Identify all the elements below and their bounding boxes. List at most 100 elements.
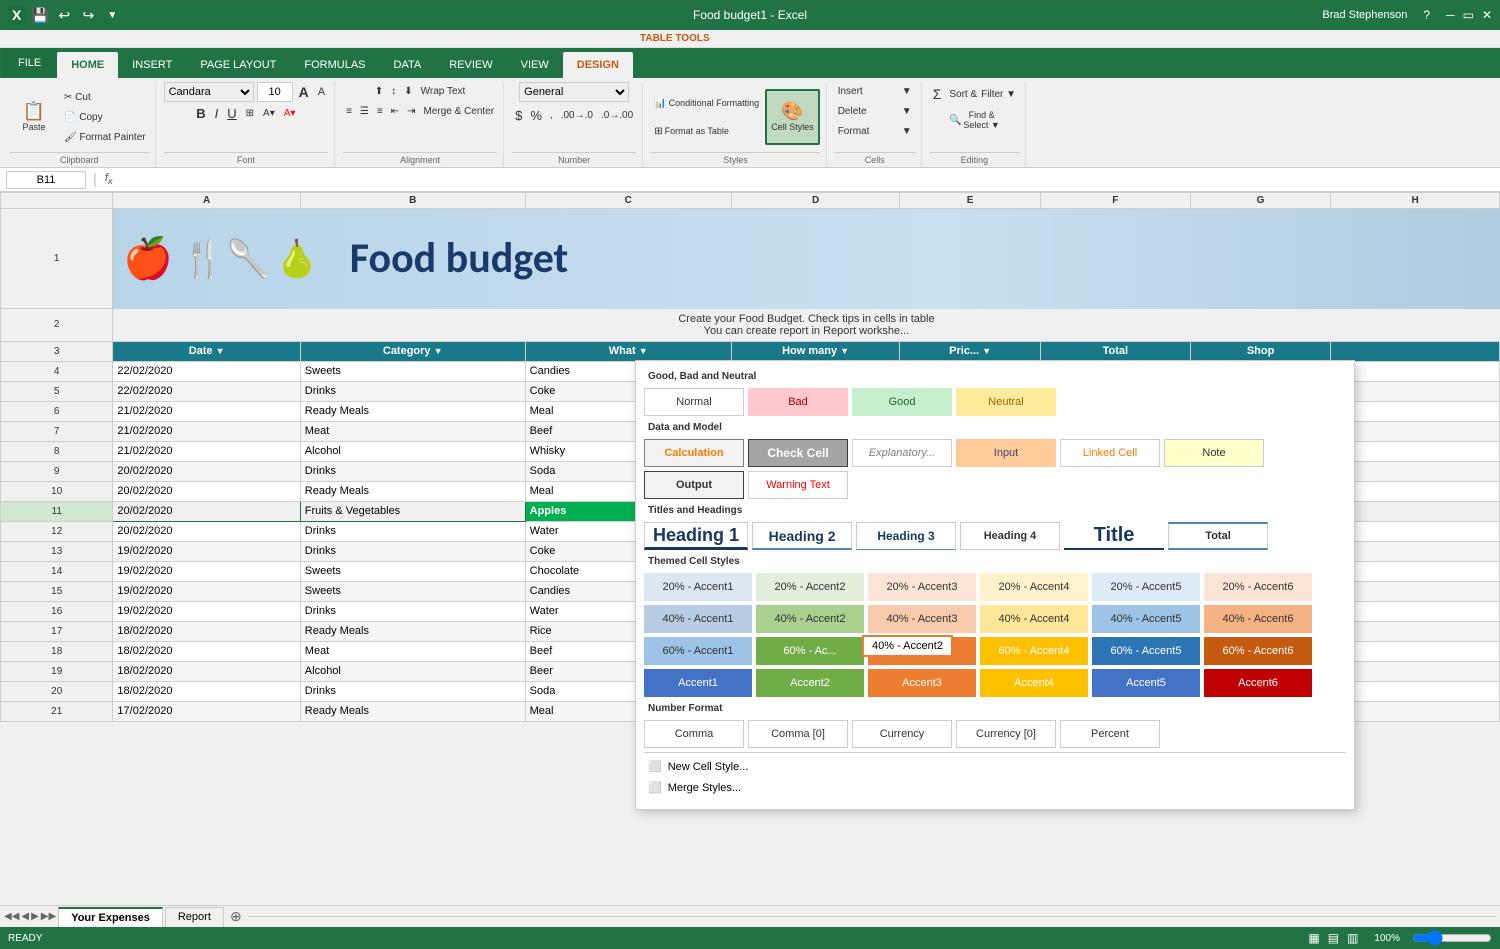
- style-normal[interactable]: Normal: [644, 388, 744, 416]
- cell-styles-button[interactable]: 🎨 Cell Styles: [765, 89, 820, 145]
- style-comma[interactable]: Comma: [644, 720, 744, 748]
- style-40-accent6[interactable]: 40% - Accent6: [1204, 605, 1312, 633]
- increase-decimal-button[interactable]: .0→.00: [598, 106, 636, 124]
- tab-review[interactable]: REVIEW: [435, 52, 506, 78]
- tab-home[interactable]: HOME: [57, 52, 118, 78]
- col-header-b[interactable]: B: [300, 193, 525, 209]
- format-button[interactable]: Format▼: [835, 122, 915, 140]
- style-20-accent3[interactable]: 20% - Accent3: [868, 573, 976, 601]
- border-button[interactable]: ⊞: [243, 104, 257, 122]
- style-currency[interactable]: Currency: [852, 720, 952, 748]
- style-check-cell[interactable]: Check Cell: [748, 439, 848, 467]
- col-header-a[interactable]: A: [113, 193, 300, 209]
- cut-button[interactable]: ✂ Cut: [61, 88, 149, 106]
- help-button[interactable]: ?: [1423, 8, 1430, 22]
- style-warning[interactable]: Warning Text: [748, 471, 848, 499]
- style-percent[interactable]: Percent: [1060, 720, 1160, 748]
- format-as-table-button[interactable]: ⊞ Format as Table: [651, 118, 762, 144]
- style-20-accent5[interactable]: 20% - Accent5: [1092, 573, 1200, 601]
- style-heading3[interactable]: Heading 3: [856, 522, 956, 550]
- style-60-accent4[interactable]: 60% - Accent4: [980, 637, 1088, 665]
- minimize-button[interactable]: ─: [1446, 8, 1455, 22]
- number-format-select[interactable]: General: [519, 82, 629, 102]
- align-left-button[interactable]: ≡: [343, 102, 355, 120]
- align-bottom-button[interactable]: ⬇: [401, 82, 415, 100]
- style-60-accent1[interactable]: 60% - Accent1: [644, 637, 752, 665]
- page-break-view-button[interactable]: ▥: [1347, 931, 1358, 945]
- style-comma0[interactable]: Comma [0]: [748, 720, 848, 748]
- page-layout-view-button[interactable]: ▤: [1328, 931, 1339, 945]
- indent-decrease-button[interactable]: ⇤: [388, 102, 402, 120]
- wrap-text-button[interactable]: Wrap Text: [418, 82, 469, 100]
- tab-data[interactable]: DATA: [380, 52, 436, 78]
- style-40-accent3[interactable]: 40% - Accent3: [868, 605, 976, 633]
- insert-button[interactable]: Insert▼: [835, 82, 915, 100]
- currency-style-button[interactable]: $: [512, 106, 525, 124]
- merge-center-button[interactable]: Merge & Center: [421, 102, 498, 120]
- style-explanatory[interactable]: Explanatory...: [852, 439, 952, 467]
- name-box[interactable]: [6, 171, 86, 189]
- decrease-decimal-button[interactable]: .00→.0: [558, 106, 596, 124]
- style-note[interactable]: Note: [1164, 439, 1264, 467]
- style-40-accent2[interactable]: 40% - Accent2: [756, 605, 864, 633]
- tab-view[interactable]: VIEW: [507, 52, 563, 78]
- style-60-accent2[interactable]: 60% - Ac...: [756, 637, 864, 665]
- style-total[interactable]: Total: [1168, 522, 1268, 550]
- tab-formulas[interactable]: FORMULAS: [290, 52, 379, 78]
- comma-style-button[interactable]: ,: [547, 106, 556, 124]
- indent-increase-button[interactable]: ⇥: [404, 102, 418, 120]
- col-header-e[interactable]: E: [900, 193, 1041, 209]
- autosum-button[interactable]: Σ: [930, 82, 945, 106]
- scroll-sheets-right2[interactable]: ▶: [31, 911, 39, 922]
- cell-styles-dropdown[interactable]: Good, Bad and Neutral Normal Bad Good Ne…: [635, 360, 1355, 810]
- font-size-input[interactable]: [257, 82, 293, 102]
- percent-style-button[interactable]: %: [527, 106, 545, 124]
- style-acc2[interactable]: Accent2: [756, 669, 864, 697]
- style-40-accent5[interactable]: 40% - Accent5: [1092, 605, 1200, 633]
- delete-button[interactable]: Delete▼: [835, 102, 915, 120]
- find-select-button[interactable]: 🔍 Find &Select ▼: [946, 108, 1003, 132]
- tab-page-layout[interactable]: PAGE LAYOUT: [186, 52, 290, 78]
- redo-button[interactable]: ↪: [79, 6, 97, 24]
- style-20-accent1[interactable]: 20% - Accent1: [644, 573, 752, 601]
- style-heading1[interactable]: Heading 1: [644, 522, 748, 550]
- style-60-accent5[interactable]: 60% - Accent5: [1092, 637, 1200, 665]
- style-acc4[interactable]: Accent4: [980, 669, 1088, 697]
- copy-button[interactable]: 📄 Copy: [61, 108, 149, 126]
- style-currency0[interactable]: Currency [0]: [956, 720, 1056, 748]
- increase-font-button[interactable]: A: [296, 83, 312, 101]
- align-top-button[interactable]: ⬆: [372, 82, 386, 100]
- scroll-sheets-left[interactable]: ◀◀: [4, 911, 19, 922]
- tab-design[interactable]: DESIGN: [563, 52, 633, 78]
- style-acc6[interactable]: Accent6: [1204, 669, 1312, 697]
- undo-button[interactable]: ↩: [55, 6, 73, 24]
- new-cell-style-action[interactable]: ⬜ New Cell Style...: [644, 757, 1346, 776]
- tab-insert[interactable]: INSERT: [118, 52, 186, 78]
- style-40-accent1[interactable]: 40% - Accent1: [644, 605, 752, 633]
- style-title[interactable]: Title: [1064, 522, 1164, 550]
- tab-file[interactable]: FILE: [2, 48, 57, 78]
- restore-button[interactable]: ▭: [1463, 8, 1474, 22]
- style-acc5[interactable]: Accent5: [1092, 669, 1200, 697]
- style-20-accent6[interactable]: 20% - Accent6: [1204, 573, 1312, 601]
- conditional-formatting-button[interactable]: 📊 Conditional Formatting: [651, 90, 762, 116]
- paste-button[interactable]: 📋 Paste: [10, 89, 58, 145]
- font-face-select[interactable]: Candara: [164, 82, 254, 102]
- underline-button[interactable]: U: [224, 104, 239, 122]
- close-button[interactable]: ✕: [1482, 8, 1492, 22]
- style-heading4[interactable]: Heading 4: [960, 522, 1060, 550]
- style-heading2[interactable]: Heading 2: [752, 522, 852, 550]
- col-header-f[interactable]: F: [1040, 193, 1190, 209]
- style-neutral[interactable]: Neutral: [956, 388, 1056, 416]
- style-20-accent2[interactable]: 20% - Accent2: [756, 573, 864, 601]
- bold-button[interactable]: B: [193, 104, 208, 122]
- align-middle-button[interactable]: ↕: [388, 82, 399, 100]
- decrease-font-button[interactable]: A: [315, 83, 328, 101]
- merge-styles-action[interactable]: ⬜ Merge Styles...: [644, 778, 1346, 797]
- style-calculation[interactable]: Calculation: [644, 439, 744, 467]
- italic-button[interactable]: I: [212, 104, 222, 122]
- zoom-slider[interactable]: [1412, 930, 1492, 946]
- col-header-d[interactable]: D: [731, 193, 900, 209]
- style-60-accent6[interactable]: 60% - Accent6: [1204, 637, 1312, 665]
- sort-filter-button[interactable]: Sort & Filter ▼: [946, 82, 1019, 106]
